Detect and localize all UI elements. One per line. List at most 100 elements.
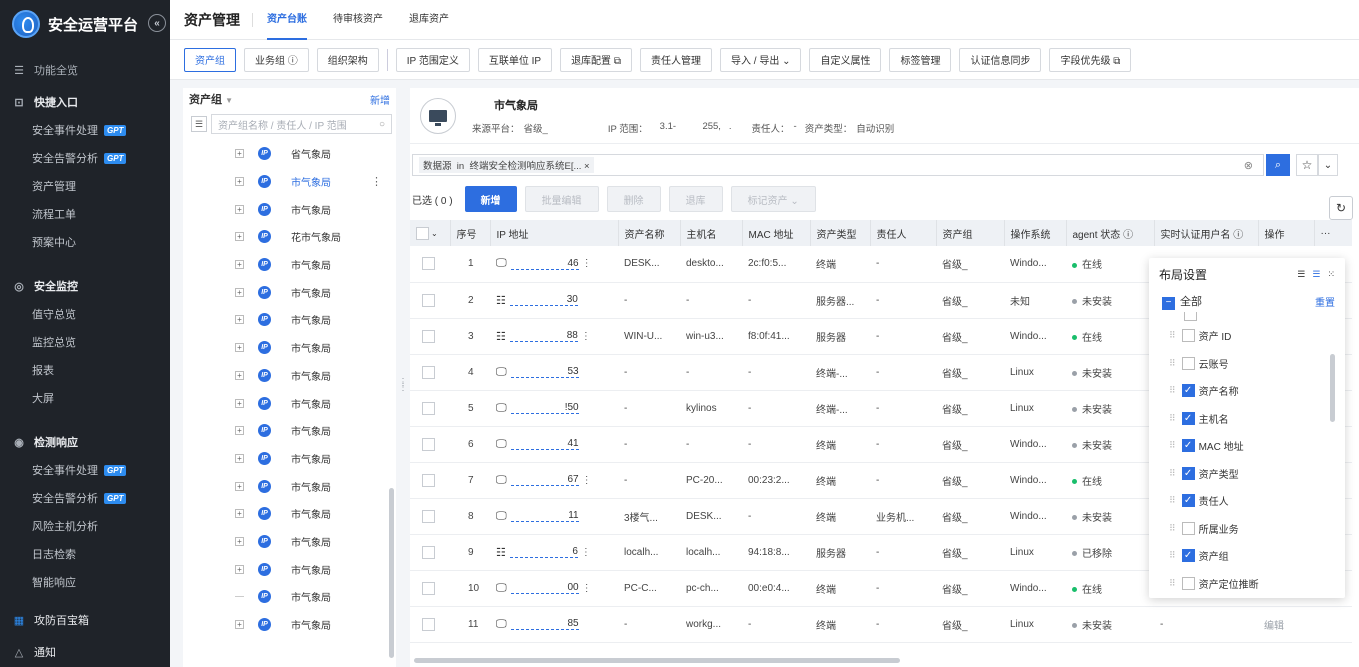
search-icon[interactable]: ○: [379, 119, 385, 130]
expand-icon[interactable]: +: [235, 426, 244, 436]
monitor-menu-item[interactable]: 报表: [0, 356, 170, 384]
tree-scrollbar[interactable]: [389, 488, 394, 658]
tree-node[interactable]: IP 市气象局: [183, 583, 396, 611]
row-checkbox[interactable]: [422, 329, 435, 343]
drag-handle-icon[interactable]: ⠿: [1169, 413, 1176, 424]
expand-icon[interactable]: +: [235, 620, 244, 630]
toolbar-button[interactable]: 责任人管理: [639, 47, 712, 72]
tree-node[interactable]: + IP 市气象局: [183, 528, 396, 556]
search-button[interactable]: ⌕: [1266, 154, 1290, 176]
column-toggle[interactable]: ⠿ ✓ 主机名: [1149, 405, 1345, 433]
monitor-menu-item[interactable]: 大屏: [0, 384, 170, 412]
tab-asset-ledger[interactable]: 资产台账: [267, 0, 307, 40]
toolbar-button[interactable]: 认证信息同步: [959, 47, 1042, 72]
column-checkbox[interactable]: [1181, 521, 1195, 535]
layout-scrollbar[interactable]: [1330, 354, 1335, 422]
tree-node[interactable]: + IP 市气象局: [183, 362, 396, 390]
row-checkbox[interactable]: [422, 473, 435, 487]
column-header[interactable]: agent 状态 ⓘ: [1065, 220, 1154, 246]
expand-icon[interactable]: +: [235, 315, 244, 325]
tree-search-input[interactable]: 资产组名称 / 责任人 / IP 范围 ○: [211, 114, 392, 134]
tree-node[interactable]: + IP 市气象局: [183, 445, 396, 473]
more-icon[interactable]: ⋮: [371, 175, 382, 188]
detect-menu-item[interactable]: 安全事件处理 GPT: [0, 456, 170, 484]
column-checkbox[interactable]: [1181, 329, 1195, 343]
detect-menu-item[interactable]: 安全告警分析 GPT: [0, 484, 170, 512]
column-header[interactable]: 资产类型: [809, 220, 870, 246]
column-toggle[interactable]: ⠿ 资产定位推断: [1149, 570, 1345, 598]
column-header[interactable]: 主机名: [679, 220, 742, 246]
select-all-checkbox[interactable]: − 全部: [1162, 293, 1202, 310]
column-checkbox[interactable]: ✓: [1181, 466, 1195, 480]
column-checkbox[interactable]: ✓: [1181, 411, 1195, 425]
retire-button[interactable]: 退库: [668, 186, 723, 212]
drag-handle-icon[interactable]: ⠿: [1169, 578, 1176, 589]
clear-filter-icon[interactable]: ⊗: [1244, 159, 1253, 172]
column-header[interactable]: 操作系统: [1003, 220, 1066, 246]
ip-address-link[interactable]: !50: [510, 402, 579, 414]
detect-menu-item[interactable]: 风险主机分析: [0, 512, 170, 540]
column-checkbox[interactable]: ✓: [1181, 549, 1195, 563]
tree-node[interactable]: + IP 市气象局: [183, 472, 396, 500]
column-header[interactable]: IP 地址: [489, 220, 618, 246]
tree-node[interactable]: + IP 市气象局: [183, 611, 396, 639]
align-center-icon[interactable]: ☰: [1312, 269, 1320, 279]
column-toggle[interactable]: ⠿ ✓ MAC 地址: [1149, 432, 1345, 460]
drag-handle-icon[interactable]: ⠿: [1169, 468, 1176, 479]
quick-menu-item[interactable]: 流程工单: [0, 200, 170, 228]
column-header[interactable]: ···: [1313, 220, 1352, 246]
drag-handle-icon[interactable]: ⠿: [1169, 440, 1176, 451]
toolbar-button[interactable]: 自定义属性: [809, 47, 882, 72]
mark-asset-button[interactable]: 标记资产 ⌄: [730, 186, 816, 212]
ip-address-link[interactable]: 6: [509, 546, 578, 558]
row-checkbox[interactable]: [422, 545, 435, 559]
more-icon[interactable]: ⋮: [582, 475, 592, 486]
expand-icon[interactable]: +: [235, 453, 244, 463]
ip-address-link[interactable]: 30: [509, 294, 578, 306]
tab-retired-assets[interactable]: 退库资产: [409, 0, 449, 40]
remove-tag-icon[interactable]: ×: [584, 161, 590, 172]
splitter-handle[interactable]: ⋮ ⋮: [398, 378, 408, 393]
column-checkbox[interactable]: [1181, 356, 1195, 370]
ip-address-link[interactable]: 53: [510, 366, 579, 378]
row-checkbox[interactable]: [422, 401, 435, 415]
menu-notice[interactable]: △ 通知: [0, 638, 170, 666]
monitor-menu-item[interactable]: 值守总览: [0, 300, 170, 328]
new-group-button[interactable]: 新增: [370, 92, 390, 107]
toolbar-button[interactable]: 退库配置 ⧉: [560, 47, 632, 72]
menu-section-detect[interactable]: ◉ 检测响应: [0, 428, 170, 456]
column-checkbox[interactable]: ✓: [1181, 439, 1195, 453]
select-all-checkbox[interactable]: [416, 226, 429, 240]
more-icon[interactable]: ⋮: [581, 547, 591, 558]
column-header[interactable]: MAC 地址: [741, 220, 810, 246]
expand-icon[interactable]: +: [235, 204, 244, 214]
detect-menu-item[interactable]: 智能响应: [0, 568, 170, 596]
quick-menu-item[interactable]: 安全事件处理 GPT: [0, 116, 170, 144]
list-toggle-icon[interactable]: ☰: [191, 116, 207, 132]
more-icon[interactable]: ⋮: [581, 331, 591, 342]
detect-menu-item[interactable]: 日志检索: [0, 540, 170, 568]
tab-pending-assets[interactable]: 待审核资产: [333, 0, 383, 40]
column-header[interactable]: 资产名称: [617, 220, 680, 246]
tree-node[interactable]: + IP 市气象局: [183, 334, 396, 362]
ip-address-link[interactable]: 11: [510, 510, 579, 522]
align-left-icon[interactable]: ☰: [1297, 269, 1305, 279]
menu-section-monitor[interactable]: ◎ 安全监控: [0, 272, 170, 300]
horizontal-scrollbar[interactable]: [414, 658, 900, 663]
drag-handle-icon[interactable]: ⠿: [1169, 495, 1176, 506]
menu-section-quick[interactable]: ⊡ 快捷入口: [0, 88, 170, 116]
batch-edit-button[interactable]: 批量编辑: [524, 186, 599, 212]
ip-address-link[interactable]: 85: [510, 618, 579, 630]
tree-node[interactable]: + IP 市气象局: [183, 555, 396, 583]
drag-handle-icon[interactable]: ⠿: [1169, 358, 1176, 369]
quick-menu-item[interactable]: 安全告警分析 GPT: [0, 144, 170, 172]
refresh-icon[interactable]: ↻: [1329, 196, 1353, 220]
table-row[interactable]: 11 🖵 85 - workg... - 终端 - 省级_ Linux 未安装 - 编辑: [410, 606, 1352, 642]
column-toggle[interactable]: ⠿ ✓ 资产类型: [1149, 460, 1345, 488]
column-header[interactable]: 资产组: [935, 220, 1004, 246]
column-checkbox[interactable]: [1181, 576, 1195, 590]
group-tab-asset-group[interactable]: 资产组: [184, 47, 236, 72]
drag-handle-icon[interactable]: ⠿: [1169, 523, 1176, 534]
column-header[interactable]: ⌄: [410, 220, 450, 246]
column-header[interactable]: 实时认证用户名 ⓘ: [1153, 220, 1258, 246]
